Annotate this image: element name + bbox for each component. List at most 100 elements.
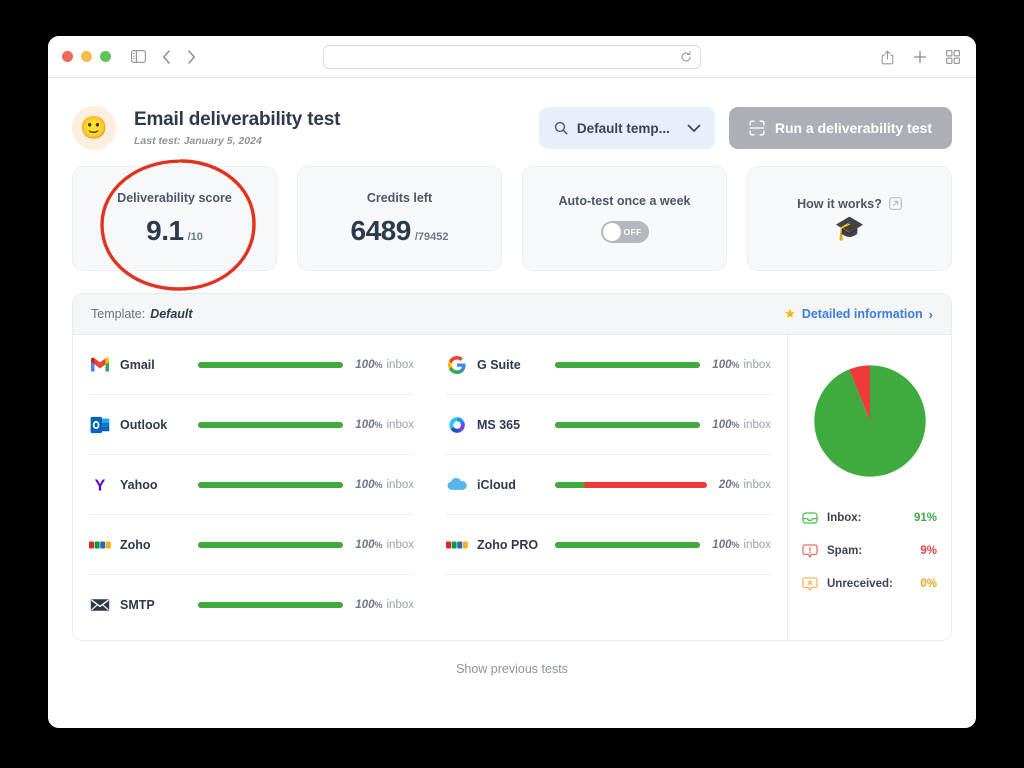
providers-grid: Gmail 100% inbox Outlook 100% inbox Y Ya… <box>73 335 788 640</box>
legend-label: Unreceived: <box>827 577 893 590</box>
external-link-icon[interactable] <box>888 197 902 210</box>
forward-arrow-icon[interactable] <box>187 49 196 64</box>
template-label: Template: <box>91 307 146 321</box>
address-bar[interactable] <box>323 44 701 69</box>
browser-nav-controls <box>131 49 196 64</box>
outlook-icon <box>89 414 111 436</box>
svg-text:Y: Y <box>95 477 106 494</box>
template-select[interactable]: Default temp... <box>538 107 715 149</box>
provider-inbox-label: inbox <box>743 538 772 551</box>
score-value: 9.1 <box>146 214 184 246</box>
provider-row-icloud: iCloud 20% inbox <box>446 455 771 515</box>
providers-column-right: G Suite 100% inbox MS 365 100% inbox iCl… <box>430 335 787 640</box>
gmail-icon <box>89 354 111 376</box>
provider-name: G Suite <box>477 357 521 372</box>
provider-bar-fill <box>198 541 344 548</box>
provider-percent: 100% <box>355 418 383 431</box>
provider-bar-fill <box>198 421 344 428</box>
plus-icon[interactable] <box>913 50 927 64</box>
minimize-window-button[interactable] <box>81 51 92 62</box>
app-page: 🙂 Email deliverability test Last test: J… <box>48 78 976 728</box>
provider-inbox-label: inbox <box>743 358 772 371</box>
provider-bar-fill <box>555 481 586 488</box>
legend-label: Spam: <box>827 544 863 557</box>
card-label: How it works? <box>797 196 882 211</box>
screen: 🙂 Email deliverability test Last test: J… <box>0 0 1024 768</box>
legend-value: 9% <box>920 544 937 557</box>
provider-row-yahoo: Y Yahoo 100% inbox <box>89 455 414 515</box>
window-controls <box>62 51 111 62</box>
run-deliverability-test-button[interactable]: Run a deliverability test <box>728 107 952 149</box>
chevron-down-icon <box>687 124 701 133</box>
legend-row-unreceived: Unreceived: 0% <box>802 567 937 600</box>
chevron-right-icon: › <box>928 306 933 322</box>
provider-bar <box>198 602 344 608</box>
provider-percent: 100% <box>712 358 740 371</box>
provider-name: Yahoo <box>120 477 158 492</box>
provider-percent: 100% <box>355 538 383 551</box>
provider-percent: 100% <box>355 599 383 611</box>
detailed-information-label: Detailed information <box>801 307 923 321</box>
provider-inbox-label: inbox <box>386 418 415 431</box>
provider-bar <box>555 541 701 548</box>
maximize-window-button[interactable] <box>100 51 111 62</box>
how-it-works-card[interactable]: How it works? 🎓 <box>747 166 952 271</box>
legend-label: Inbox: <box>827 511 862 524</box>
provider-row-outlook: Outlook 100% inbox <box>89 395 414 455</box>
card-value: 9.1 /10 <box>146 215 203 247</box>
page-title: Email deliverability test <box>134 109 341 130</box>
provider-row-placeholder <box>446 575 771 635</box>
provider-bar <box>198 421 344 428</box>
browser-toolbar-right <box>881 36 960 78</box>
pie-slice-inbox <box>813 365 926 477</box>
provider-bar <box>198 481 344 488</box>
scan-icon <box>749 120 765 136</box>
close-window-button[interactable] <box>62 51 73 62</box>
chart-legend: Inbox: 91% Spam: 9% Unreceived: 0% <box>788 501 951 600</box>
share-icon[interactable] <box>881 50 894 65</box>
graduation-cap-icon: 🎓 <box>834 214 865 242</box>
results-panel: Template: Default ★ Detailed information… <box>72 293 952 641</box>
panel-body: Gmail 100% inbox Outlook 100% inbox Y Ya… <box>73 335 951 640</box>
provider-name: MS 365 <box>477 417 521 432</box>
how-it-works-row: How it works? <box>797 197 902 211</box>
provider-name: Zoho <box>120 537 151 552</box>
panel-header: Template: Default ★ Detailed information… <box>73 294 951 335</box>
show-previous-tests-link[interactable]: Show previous tests <box>48 662 976 676</box>
provider-name: SMTP <box>120 598 155 612</box>
header-actions: Default temp... Run a deliverability tes… <box>538 107 952 149</box>
provider-row-smtp: SMTP 100% inbox <box>89 575 414 635</box>
tab-overview-icon[interactable] <box>946 50 960 64</box>
provider-inbox-label: inbox <box>743 418 772 431</box>
spam-alert-icon <box>802 543 818 559</box>
search-icon <box>554 121 568 135</box>
provider-bar <box>198 541 344 548</box>
provider-bar-fill <box>555 541 701 548</box>
template-select-value: Default temp... <box>576 120 670 136</box>
browser-titlebar <box>48 36 976 78</box>
provider-bar <box>555 361 701 368</box>
ms365-icon <box>446 414 468 436</box>
reload-icon[interactable] <box>680 50 692 63</box>
run-button-label: Run a deliverability test <box>774 120 932 136</box>
credits-left-card: Credits left 6489 /79452 <box>297 166 502 271</box>
gsuite-icon <box>446 354 468 376</box>
provider-row-zoho-pro: Zoho PRO 100% inbox <box>446 515 771 575</box>
card-value: 6489 /79452 <box>351 215 449 247</box>
credits-value: 6489 <box>350 214 412 246</box>
credits-suffix: /79452 <box>414 230 449 243</box>
auto-test-toggle[interactable]: OFF <box>600 221 649 243</box>
provider-bar-fill <box>198 481 344 488</box>
back-arrow-icon[interactable] <box>162 49 171 64</box>
icloud-icon <box>446 474 468 496</box>
score-suffix: /10 <box>187 230 203 243</box>
last-test-label: Last test: January 5, 2024 <box>134 135 262 147</box>
providers-column-left: Gmail 100% inbox Outlook 100% inbox Y Ya… <box>73 335 430 640</box>
card-label: Credits left <box>366 190 433 205</box>
legend-row-spam: Spam: 9% <box>802 534 937 567</box>
detailed-information-link[interactable]: ★ Detailed information › <box>784 306 933 322</box>
stat-cards: Deliverability score 9.1 /10 Credits lef… <box>48 156 976 271</box>
star-icon: ★ <box>784 306 796 321</box>
sidebar-toggle-icon[interactable] <box>131 50 146 63</box>
provider-percent: 100% <box>712 418 740 431</box>
